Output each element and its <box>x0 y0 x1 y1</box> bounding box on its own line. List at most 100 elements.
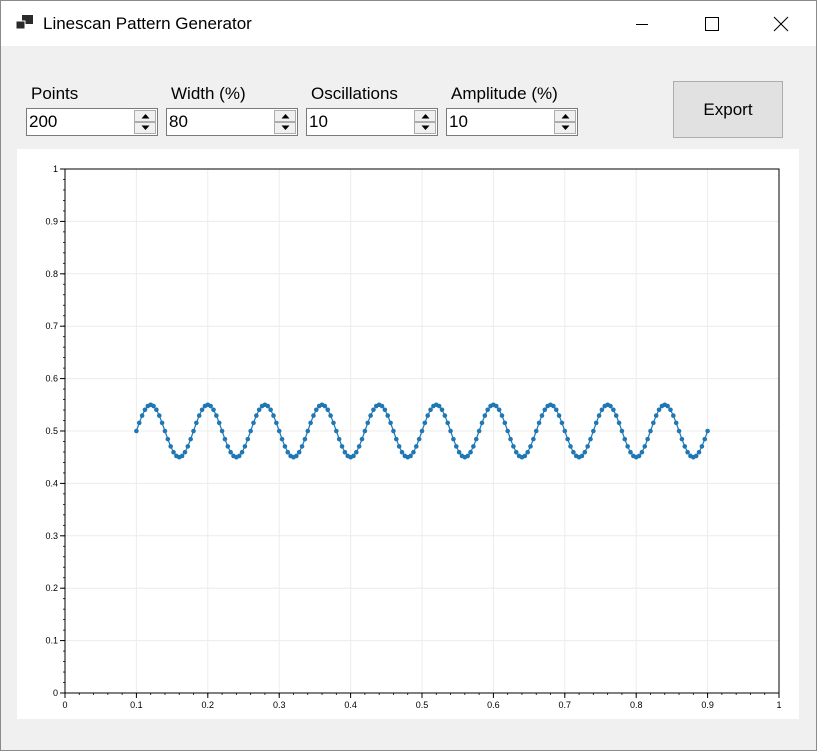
data-point <box>413 444 419 449</box>
oscillations-up-button[interactable] <box>414 110 436 122</box>
data-point <box>311 413 316 418</box>
width-input[interactable] <box>168 111 273 133</box>
data-point <box>296 449 302 455</box>
data-point <box>142 407 148 413</box>
data-point <box>254 413 259 418</box>
amplitude-input[interactable] <box>448 111 553 133</box>
data-point <box>393 436 399 442</box>
data-point <box>388 420 393 426</box>
data-point <box>274 420 279 426</box>
close-button[interactable] <box>746 1 816 46</box>
data-point <box>268 407 273 413</box>
data-point <box>276 428 282 434</box>
data-point <box>222 436 228 442</box>
data-point <box>542 407 548 413</box>
x-tick-label: 0.4 <box>344 700 357 710</box>
data-point <box>439 407 445 413</box>
oscillations-down-button[interactable] <box>414 122 436 134</box>
amplitude-down-button[interactable] <box>554 122 576 134</box>
data-point <box>585 444 590 449</box>
data-point <box>154 407 159 413</box>
amplitude-up-button[interactable] <box>554 110 576 122</box>
data-point <box>136 420 142 426</box>
export-button[interactable]: Export <box>673 81 783 138</box>
data-point <box>419 428 425 434</box>
data-point <box>279 436 285 442</box>
data-point <box>479 420 485 426</box>
data-point <box>613 413 619 418</box>
data-point <box>696 449 702 455</box>
width-down-button[interactable] <box>274 122 296 134</box>
data-point <box>453 444 459 449</box>
data-point <box>408 453 413 459</box>
data-point <box>314 407 319 413</box>
amplitude-stepper <box>446 108 578 136</box>
maximize-button[interactable] <box>677 1 747 46</box>
data-point <box>465 453 470 459</box>
points-down-button[interactable] <box>134 122 156 134</box>
arrow-up-icon <box>421 114 429 119</box>
data-point <box>159 420 165 426</box>
data-point <box>596 413 602 418</box>
data-point <box>533 428 539 434</box>
y-tick-label: 0.7 <box>45 321 58 331</box>
data-point <box>636 453 642 459</box>
data-point <box>436 403 442 409</box>
y-tick-label: 0.3 <box>45 531 58 541</box>
points-input[interactable] <box>28 111 133 133</box>
data-point <box>385 413 391 418</box>
arrow-up-icon <box>141 114 149 119</box>
data-point <box>331 420 336 426</box>
data-point <box>668 407 673 413</box>
data-point <box>422 420 428 426</box>
window-title: Linescan Pattern Generator <box>43 14 252 33</box>
data-point <box>499 413 505 418</box>
data-point <box>219 428 225 434</box>
points-up-button[interactable] <box>134 110 156 122</box>
data-point <box>248 428 253 434</box>
arrow-down-icon <box>561 125 569 130</box>
data-point <box>194 420 199 426</box>
data-point <box>399 449 405 455</box>
data-point <box>559 420 565 426</box>
oscillations-input[interactable] <box>308 111 413 133</box>
data-point <box>616 420 622 426</box>
minimize-button[interactable] <box>607 1 677 46</box>
data-point <box>302 436 308 442</box>
width-up-button[interactable] <box>274 110 296 122</box>
data-point <box>599 407 605 413</box>
y-tick-label: 0.9 <box>45 216 58 226</box>
x-tick-label: 0.6 <box>487 700 500 710</box>
data-point <box>328 413 333 418</box>
data-point <box>656 407 662 413</box>
y-tick-label: 0.4 <box>45 478 58 488</box>
data-point <box>468 449 473 455</box>
data-point <box>539 413 545 418</box>
data-point <box>693 453 699 459</box>
data-point <box>185 444 191 449</box>
y-tick-label: 1 <box>53 164 58 174</box>
data-point <box>556 413 562 418</box>
data-point <box>568 444 573 449</box>
title-bar[interactable]: Linescan Pattern Generator <box>1 1 816 46</box>
arrow-up-icon <box>281 114 289 119</box>
data-point <box>579 453 585 459</box>
data-point <box>502 420 508 426</box>
y-tick-label: 0.8 <box>45 269 58 279</box>
y-tick-label: 0.6 <box>45 374 58 384</box>
x-tick-label: 0.1 <box>130 700 143 710</box>
data-point <box>565 436 570 442</box>
y-tick-label: 0.5 <box>45 426 58 436</box>
data-point <box>608 403 613 409</box>
data-point <box>476 428 482 434</box>
amplitude-label: Amplitude (%) <box>451 84 558 103</box>
data-point <box>208 403 213 409</box>
data-point <box>371 407 376 413</box>
arrow-down-icon <box>421 125 429 130</box>
data-point <box>591 428 596 434</box>
data-point <box>456 449 462 455</box>
data-point <box>522 453 528 459</box>
data-point <box>239 449 245 455</box>
data-point <box>179 453 185 459</box>
app-icon <box>15 15 33 30</box>
